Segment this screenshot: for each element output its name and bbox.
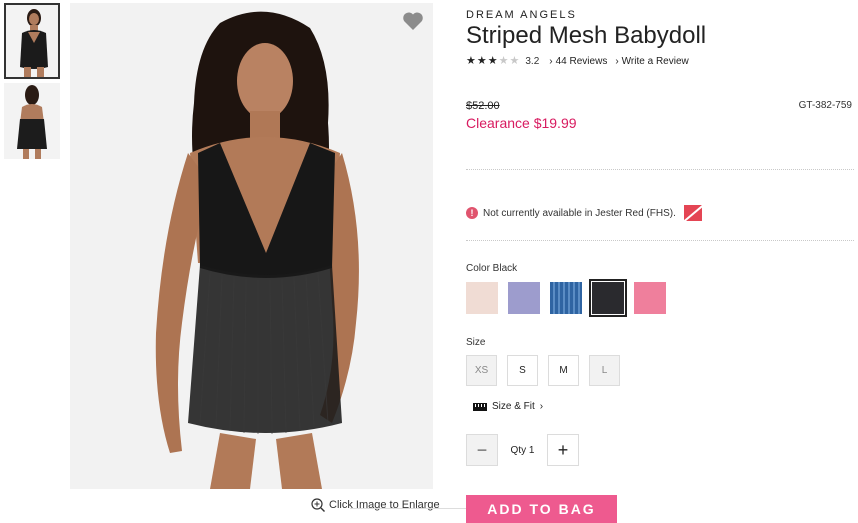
original-price: $52.00 — [466, 100, 500, 112]
chevron-right-icon: › — [549, 55, 553, 67]
size-label: Size — [466, 337, 486, 348]
rating-row: ★ ★ ★ ★ ★ 3.2 › 44 Reviews › Write a Rev… — [466, 54, 697, 68]
enlarge-text: Click Image to Enlarge — [329, 499, 440, 511]
size-fit-link[interactable]: Size & Fit › — [473, 401, 543, 412]
availability-notice: ! Not currently available in Jester Red … — [466, 205, 702, 221]
color-swatches — [466, 279, 666, 317]
heart-icon[interactable] — [401, 9, 425, 33]
divider — [466, 169, 854, 170]
enlarge-hint[interactable]: Click Image to Enlarge — [311, 498, 440, 512]
quantity-display: Qty 1 — [498, 445, 547, 456]
thumbnail-back-image — [4, 83, 60, 159]
color-label: Color Black — [466, 263, 518, 274]
reviews-link[interactable]: › 44 Reviews — [549, 56, 607, 67]
size-option-l[interactable]: L — [589, 355, 620, 386]
quantity-value: 1 — [528, 444, 535, 456]
product-title: Striped Mesh Babydoll — [466, 22, 707, 49]
chevron-right-icon: › — [615, 55, 619, 67]
star-full-icon: ★ — [476, 54, 487, 67]
color-swatch-lavender[interactable] — [508, 282, 540, 314]
star-empty-icon: ★ — [498, 54, 509, 67]
size-option-s[interactable]: S — [507, 355, 538, 386]
size-fit-label: Size & Fit — [492, 401, 535, 412]
thumbnail-front-image — [6, 5, 58, 77]
color-swatch-black[interactable] — [589, 279, 627, 317]
size-options: XS S M L — [466, 355, 620, 386]
reviews-link-label: 44 Reviews — [555, 55, 608, 67]
ruler-icon — [473, 402, 487, 411]
write-review-label: Write a Review — [621, 55, 689, 67]
model-photo — [70, 3, 433, 489]
color-swatch-pink[interactable] — [634, 282, 666, 314]
increase-quantity-button[interactable]: + — [547, 434, 579, 466]
product-main-image[interactable] — [70, 3, 433, 489]
star-full-icon: ★ — [487, 54, 498, 67]
decrease-quantity-button[interactable]: − — [466, 434, 498, 466]
size-option-m[interactable]: M — [548, 355, 579, 386]
product-sku: GT-382-759 — [798, 100, 852, 111]
divider — [466, 240, 854, 241]
sale-price: Clearance $19.99 — [466, 115, 577, 131]
brand-name: DREAM ANGELS — [466, 9, 577, 21]
quantity-stepper: − Qty 1 + — [466, 434, 579, 466]
availability-message: Not currently available in Jester Red (F… — [483, 207, 676, 219]
chevron-right-icon: › — [539, 401, 544, 412]
alert-icon: ! — [466, 207, 478, 219]
zoom-in-icon — [311, 498, 325, 512]
rating-value: 3.2 — [525, 55, 540, 67]
color-swatch-blue-stripe[interactable] — [550, 282, 582, 314]
star-empty-icon: ★ — [509, 54, 520, 67]
write-review-link[interactable]: › Write a Review — [615, 56, 688, 67]
add-to-bag-button[interactable]: ADD TO BAG — [466, 495, 617, 523]
color-swatch-blush[interactable] — [466, 282, 498, 314]
thumbnail-back[interactable] — [4, 83, 60, 159]
thumbnail-front[interactable] — [4, 3, 60, 79]
quantity-label: Qty — [510, 444, 527, 456]
star-full-icon: ★ — [466, 54, 476, 67]
size-option-xs[interactable]: XS — [466, 355, 497, 386]
star-rating: ★ ★ ★ ★ ★ — [466, 54, 520, 67]
unavailable-swatch — [683, 205, 702, 221]
